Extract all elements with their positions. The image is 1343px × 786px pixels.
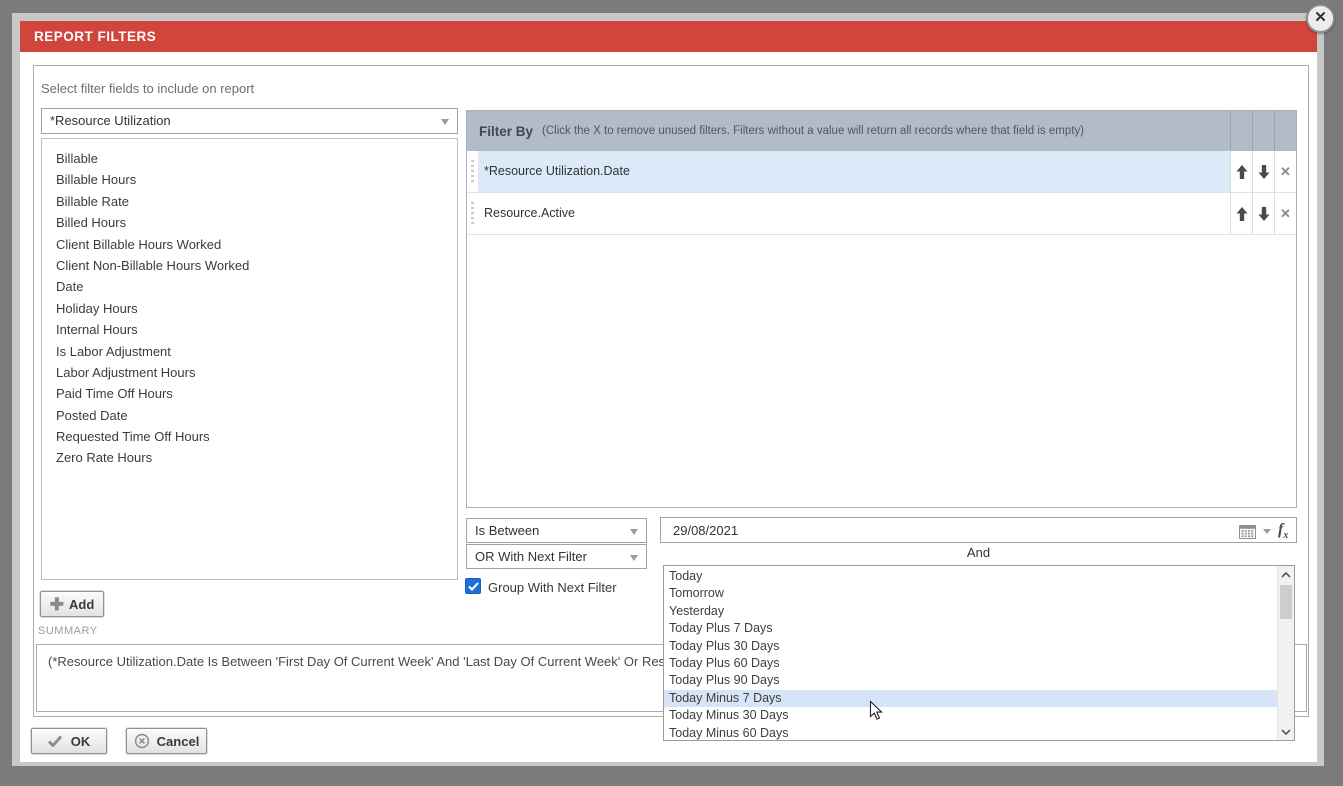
cancel-x-circle-icon bbox=[134, 733, 150, 749]
group-checkbox-label: Group With Next Filter bbox=[488, 580, 617, 595]
field-list-item[interactable]: Posted Date bbox=[42, 405, 457, 426]
chevron-up-icon bbox=[1281, 572, 1291, 578]
field-list-item[interactable]: Billable Rate bbox=[42, 191, 457, 212]
add-button-label: Add bbox=[69, 597, 94, 612]
date-option[interactable]: Tomorrow bbox=[664, 585, 1277, 602]
field-list-item[interactable]: Billed Hours bbox=[42, 212, 457, 233]
field-list-item[interactable]: Internal Hours bbox=[42, 319, 457, 340]
arrow-down-icon bbox=[1258, 207, 1270, 221]
date-option[interactable]: Today Minus 60 Days bbox=[664, 725, 1277, 741]
field-list-item[interactable]: Date bbox=[42, 276, 457, 297]
date-options-popup: TodayTomorrowYesterdayToday Plus 7 DaysT… bbox=[663, 565, 1295, 741]
chevron-down-icon bbox=[1281, 729, 1291, 735]
remove-column-header bbox=[1274, 111, 1296, 151]
date-option[interactable]: Yesterday bbox=[664, 603, 1277, 620]
date-option[interactable]: Today Minus 7 Days bbox=[664, 690, 1277, 707]
dialog-title: REPORT FILTERS bbox=[34, 29, 156, 44]
move-down-button[interactable] bbox=[1252, 151, 1274, 192]
date-option[interactable]: Today Plus 90 Days bbox=[664, 672, 1277, 689]
date-option[interactable]: Today Plus 60 Days bbox=[664, 655, 1277, 672]
drag-handle-icon[interactable] bbox=[467, 193, 478, 234]
date-dropdown-arrow-icon[interactable] bbox=[1263, 529, 1271, 534]
filter-rows: *Resource Utilization.Date✕Resource.Acti… bbox=[467, 151, 1296, 235]
formula-fx-icon[interactable]: fx bbox=[1278, 521, 1288, 541]
field-list-item[interactable]: Zero Rate Hours bbox=[42, 447, 457, 468]
close-button[interactable]: ✕ bbox=[1306, 4, 1335, 33]
cancel-button[interactable]: Cancel bbox=[126, 728, 207, 754]
date-option[interactable]: Today Plus 7 Days bbox=[664, 620, 1277, 637]
popup-scrollbar[interactable] bbox=[1277, 566, 1294, 740]
filter-by-note: (Click the X to remove unused filters. F… bbox=[533, 125, 1230, 137]
field-list-item[interactable]: Labor Adjustment Hours bbox=[42, 362, 457, 383]
scrollbar-thumb[interactable] bbox=[1280, 585, 1292, 619]
arrow-up-icon bbox=[1236, 165, 1248, 179]
move-up-button[interactable] bbox=[1230, 193, 1252, 234]
date-input-icons: fx bbox=[1239, 521, 1288, 541]
close-icon: ✕ bbox=[1314, 9, 1327, 26]
scroll-down-button[interactable] bbox=[1278, 723, 1294, 740]
checkmark-icon bbox=[468, 582, 479, 591]
calendar-icon[interactable] bbox=[1239, 524, 1256, 539]
remove-filter-button[interactable]: ✕ bbox=[1274, 193, 1296, 234]
add-button[interactable]: ✚ Add bbox=[40, 591, 104, 617]
date-option[interactable]: Today Minus 30 Days bbox=[664, 707, 1277, 724]
move-up-button[interactable] bbox=[1230, 151, 1252, 192]
filter-row-label: Resource.Active bbox=[478, 193, 1230, 234]
field-list-item[interactable]: Holiday Hours bbox=[42, 298, 457, 319]
x-icon: ✕ bbox=[1280, 164, 1291, 180]
field-source-dropdown[interactable]: *Resource Utilization bbox=[41, 108, 458, 134]
filter-row[interactable]: Resource.Active ✕ bbox=[467, 193, 1296, 235]
date-options-list: TodayTomorrowYesterdayToday Plus 7 DaysT… bbox=[664, 568, 1294, 741]
dialog-header: REPORT FILTERS bbox=[20, 21, 1317, 52]
filter-row[interactable]: *Resource Utilization.Date ✕ bbox=[467, 151, 1296, 193]
field-list-item[interactable]: Client Non-Billable Hours Worked bbox=[42, 255, 457, 276]
field-list-item[interactable]: Requested Time Off Hours bbox=[42, 426, 457, 447]
drag-handle-icon[interactable] bbox=[467, 151, 478, 192]
date-option[interactable]: Today Plus 30 Days bbox=[664, 638, 1277, 655]
move-down-column-header bbox=[1252, 111, 1274, 151]
filter-by-title: Filter By bbox=[467, 124, 533, 139]
move-up-column-header bbox=[1230, 111, 1252, 151]
arrow-down-icon bbox=[1258, 165, 1270, 179]
field-list[interactable]: BillableBillable HoursBillable RateBille… bbox=[41, 138, 458, 580]
operator-dropdown-value: Is Between bbox=[475, 523, 539, 538]
cancel-button-label: Cancel bbox=[157, 734, 200, 749]
filter-grid: Filter By (Click the X to remove unused … bbox=[466, 110, 1297, 508]
operator-dropdown[interactable]: Is Between bbox=[466, 518, 647, 543]
x-icon: ✕ bbox=[1280, 206, 1291, 222]
instruction-label: Select filter fields to include on repor… bbox=[41, 81, 254, 96]
summary-text: (*Resource Utilization.Date Is Between '… bbox=[48, 654, 665, 669]
field-list-item[interactable]: Client Billable Hours Worked bbox=[42, 234, 457, 255]
ok-button-label: OK bbox=[71, 734, 91, 749]
chevron-down-icon bbox=[630, 529, 638, 535]
scroll-up-button[interactable] bbox=[1278, 566, 1294, 583]
field-source-dropdown-value: *Resource Utilization bbox=[50, 113, 171, 128]
field-list-item[interactable]: Is Labor Adjustment bbox=[42, 341, 457, 362]
field-list-item[interactable]: Billable Hours bbox=[42, 169, 457, 190]
field-list-item[interactable]: Paid Time Off Hours bbox=[42, 383, 457, 404]
conjunction-dropdown-value: OR With Next Filter bbox=[475, 549, 587, 564]
date-option[interactable]: Today bbox=[664, 568, 1277, 585]
remove-filter-button[interactable]: ✕ bbox=[1274, 151, 1296, 192]
date-from-input[interactable] bbox=[660, 517, 1297, 543]
arrow-up-icon bbox=[1236, 207, 1248, 221]
field-list-item[interactable]: Billable bbox=[42, 148, 457, 169]
summary-label: SUMMARY bbox=[38, 625, 98, 637]
screen-background: REPORT FILTERS ✕ Select filter fields to… bbox=[0, 0, 1343, 786]
check-icon bbox=[48, 735, 62, 747]
filter-row-label: *Resource Utilization.Date bbox=[478, 151, 1230, 192]
chevron-down-icon bbox=[441, 119, 449, 125]
plus-icon: ✚ bbox=[50, 597, 64, 612]
conjunction-dropdown[interactable]: OR With Next Filter bbox=[466, 544, 647, 569]
group-with-next-filter-checkbox[interactable] bbox=[465, 578, 481, 594]
move-down-button[interactable] bbox=[1252, 193, 1274, 234]
ok-button[interactable]: OK bbox=[31, 728, 107, 754]
and-label: And bbox=[660, 545, 1297, 560]
chevron-down-icon bbox=[630, 555, 638, 561]
filter-grid-header: Filter By (Click the X to remove unused … bbox=[467, 111, 1296, 151]
